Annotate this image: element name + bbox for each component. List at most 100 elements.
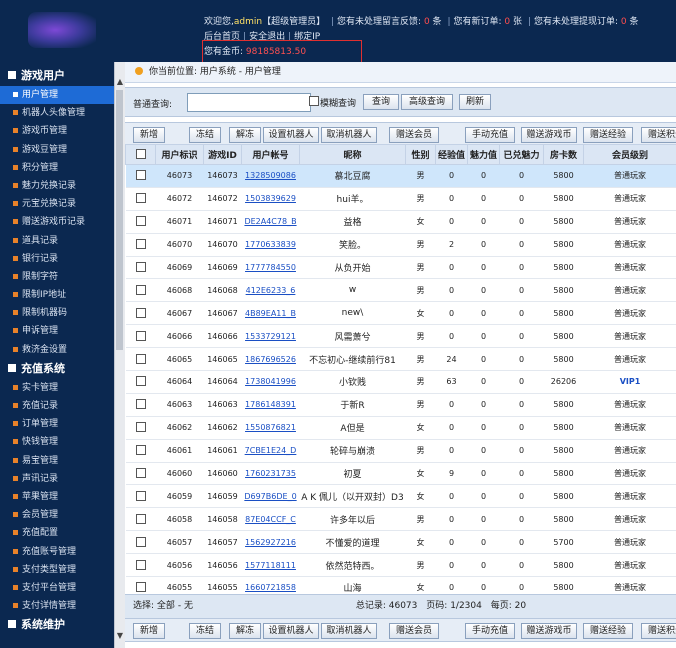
gift-coins-button[interactable]: 赠送游戏币 (521, 127, 577, 143)
fuzzy-checkbox[interactable] (309, 96, 319, 106)
gift-points-button[interactable]: 赠送积分 (641, 623, 676, 639)
row-checkbox[interactable] (135, 536, 146, 547)
sidebar-item[interactable]: 易宝管理 (0, 452, 114, 470)
sidebar-item[interactable]: 苹果管理 (0, 488, 114, 506)
manual-recharge-button[interactable]: 手动充值 (465, 127, 515, 143)
table-row[interactable]: 46056 146056 1577118111 依然范特西。男 0 0 0 5800 普通玩家 (125, 553, 676, 578)
account-cell[interactable]: 1786148391 (241, 393, 300, 417)
row-checkbox[interactable] (135, 193, 146, 204)
add-button[interactable]: 新增 (133, 127, 165, 143)
account-cell[interactable]: 412E6233_6 (241, 278, 300, 303)
account-cell[interactable]: 1328509086 (241, 164, 300, 188)
sidebar-section-game-users[interactable]: 游戏用户 (0, 66, 114, 86)
column-header[interactable]: 性别 (405, 144, 436, 165)
account-cell[interactable]: 87E04CCF_C (241, 507, 300, 532)
scroll-up-icon[interactable]: ▲ (115, 76, 125, 88)
sidebar-item[interactable]: 支付详情管理 (0, 597, 114, 615)
table-row[interactable]: 46065 146065 1867696526 不忘初心-继续前行81 男 24 0 0 580… (125, 347, 676, 372)
sidebar-item[interactable]: 充值账号管理 (0, 543, 114, 561)
sidebar-item[interactable]: 游戏豆管理 (0, 141, 114, 159)
table-row[interactable]: 46064 146064 1738041996 小钦贱男 63 0 0 26206 VIP1 (125, 370, 676, 394)
sidebar-item[interactable]: 积分管理 (0, 159, 114, 177)
account-cell[interactable]: 4B89EA11_B (241, 301, 300, 326)
search-input[interactable] (187, 93, 311, 112)
table-row[interactable]: 46073 146073 1328509086 慕北豆腐男 0 0 0 5800 普通玩家 (125, 164, 676, 188)
account-cell[interactable]: 1867696526 (241, 347, 300, 372)
cancel-robot-button[interactable]: 取消机器人 (321, 623, 377, 639)
account-cell[interactable]: D697B6DE_0 (241, 484, 300, 509)
column-header[interactable]: 用户帐号 (241, 144, 300, 165)
column-header[interactable]: 已兑魅力 (499, 144, 544, 165)
sidebar-item[interactable]: 道具记录 (0, 232, 114, 250)
row-checkbox[interactable] (135, 170, 146, 181)
manual-recharge-button[interactable]: 手动充值 (465, 623, 515, 639)
row-checkbox[interactable] (135, 582, 146, 593)
table-row[interactable]: 46069 146069 1777784550 从负开始男 0 0 0 5800 普通玩家 (125, 256, 676, 280)
sidebar-item[interactable]: 游戏币管理 (0, 122, 114, 140)
sidebar-item[interactable]: 会员管理 (0, 506, 114, 524)
account-cell[interactable]: DE2A4C78_B (241, 210, 300, 234)
row-checkbox[interactable] (135, 422, 146, 433)
column-header[interactable]: 昵称 (299, 144, 406, 165)
account-cell[interactable]: 1533729121 (241, 324, 300, 349)
sidebar-item[interactable]: 支付类型管理 (0, 561, 114, 579)
sidebar-section-system[interactable]: 系统维护 (0, 615, 114, 636)
set-robot-button[interactable]: 设置机器人 (263, 623, 319, 639)
row-checkbox[interactable] (135, 445, 146, 456)
sidebar-item[interactable]: 支付平台管理 (0, 579, 114, 597)
table-row[interactable]: 46063 146063 1786148391 于新R 男 0 0 0 5800 普通玩家 (125, 393, 676, 417)
row-checkbox[interactable] (135, 262, 146, 272)
row-checkbox[interactable] (135, 559, 146, 570)
column-header[interactable]: 游戏ID (203, 144, 242, 165)
table-row[interactable]: 46071 146071 DE2A4C78_B 益格女 0 0 0 5800 普通玩家 (125, 210, 676, 234)
table-row[interactable]: 46058 146058 87E04CCF_C 许多年以后男 0 0 0 5800 普通玩家 (125, 507, 676, 532)
select-all-checkbox[interactable] (135, 148, 146, 159)
account-cell[interactable]: 1550876821 (241, 416, 300, 440)
advanced-query-button[interactable]: 高级查询 (401, 94, 453, 110)
row-checkbox[interactable] (135, 490, 146, 501)
sidebar-item[interactable]: 赠送游戏币记录 (0, 213, 114, 231)
row-checkbox[interactable] (135, 284, 146, 295)
sidebar-item[interactable]: 限制字符 (0, 268, 114, 286)
select-none-link[interactable]: 无 (184, 601, 193, 611)
column-header[interactable]: 经验值 (435, 144, 468, 165)
table-row[interactable]: 46060 146060 1760231735 初夏女 9 0 0 5800 普通玩家 (125, 462, 676, 486)
column-header[interactable]: 房卡数 (543, 144, 584, 165)
table-row[interactable]: 46059 146059 D697B6DE_0 A K 佩儿（以开双封）D3 女 0 0 0 5… (125, 484, 676, 509)
row-checkbox[interactable] (135, 216, 146, 227)
table-row[interactable]: 46067 146067 4B89EA11_B new\ 女 0 0 0 5800 普通玩家 (125, 301, 676, 326)
scrollbar-thumb[interactable] (116, 90, 123, 350)
table-row[interactable]: 46061 146061 7CBE1E24_D 轮碎与崩溃男 0 0 0 5800 普通玩家 (125, 439, 676, 463)
sidebar-item[interactable]: 机器人头像管理 (0, 104, 114, 122)
table-row[interactable]: 46066 146066 1533729121 风需萧兮男 0 0 0 5800 普通玩家 (125, 324, 676, 349)
sidebar-item[interactable]: 申诉管理 (0, 322, 114, 340)
table-row[interactable]: 46068 146068 412E6233_6 w 男 0 0 0 5800 普通玩家 (125, 278, 676, 303)
row-checkbox[interactable] (135, 239, 146, 250)
gift-vip-button[interactable]: 赠送会员 (389, 623, 439, 639)
sidebar-item-user-management[interactable]: 用户管理 (0, 86, 114, 105)
gift-exp-button[interactable]: 赠送经验 (583, 623, 633, 639)
table-row[interactable]: 46062 146062 1550876821 A但是女 0 0 0 5800 普通玩家 (125, 416, 676, 440)
sidebar-item[interactable]: 元宝兑换记录 (0, 195, 114, 213)
gift-vip-button[interactable]: 赠送会员 (389, 127, 439, 143)
row-checkbox[interactable] (135, 513, 146, 524)
account-cell[interactable]: 1770633839 (241, 233, 300, 257)
gift-points-button[interactable]: 赠送积分 (641, 127, 676, 143)
column-header[interactable]: 用户标识 (155, 144, 204, 165)
row-checkbox[interactable] (135, 330, 146, 341)
query-button[interactable]: 查询 (363, 94, 399, 110)
account-cell[interactable]: 1503839629 (241, 187, 300, 211)
sidebar-item[interactable]: 快钱管理 (0, 433, 114, 451)
add-button[interactable]: 新增 (133, 623, 165, 639)
account-cell[interactable]: 7CBE1E24_D (241, 439, 300, 463)
account-cell[interactable]: 1738041996 (241, 370, 300, 394)
unfreeze-button[interactable]: 解冻 (229, 623, 261, 639)
sidebar-item[interactable]: 充值配置 (0, 524, 114, 542)
sidebar-scrollbar[interactable]: ▲ ▼ (114, 62, 125, 648)
gift-exp-button[interactable]: 赠送经验 (583, 127, 633, 143)
freeze-button[interactable]: 冻结 (189, 127, 221, 143)
select-all-link[interactable]: 全部 (157, 601, 175, 611)
set-robot-button[interactable]: 设置机器人 (263, 127, 319, 143)
column-header[interactable]: 会员级别 (583, 144, 676, 165)
column-header[interactable]: 魅力值 (467, 144, 500, 165)
